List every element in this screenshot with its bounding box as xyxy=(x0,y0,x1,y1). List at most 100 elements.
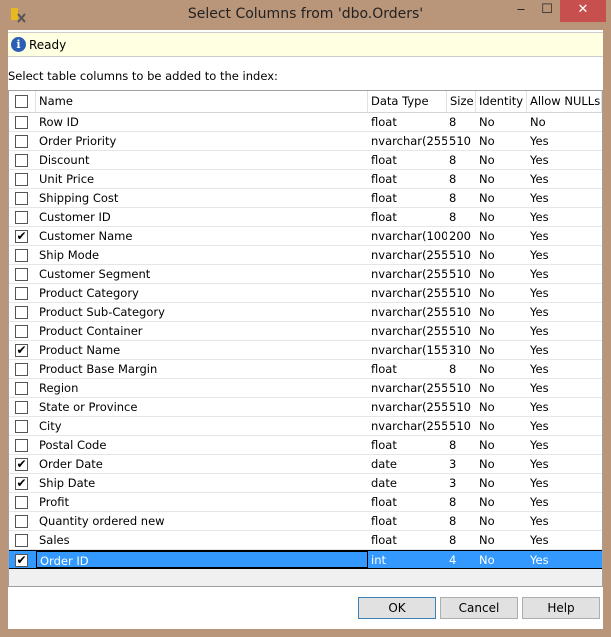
table-row[interactable]: Order Priority nvarchar(255) 510 No Yes xyxy=(9,132,602,151)
table-row[interactable]: ✔ Ship Date date 3 No Yes xyxy=(9,474,602,493)
name-cell: Profit xyxy=(39,495,69,509)
row-checkbox[interactable] xyxy=(15,173,28,186)
table-row[interactable]: Region nvarchar(255) 510 No Yes xyxy=(9,379,602,398)
size-cell: 8 xyxy=(449,438,457,452)
row-checkbox[interactable] xyxy=(15,306,28,319)
header-allow-nulls[interactable]: Allow NULLs xyxy=(527,91,602,112)
allow-nulls-cell: Yes xyxy=(530,553,549,567)
row-checkbox[interactable] xyxy=(15,382,28,395)
columns-grid: Name Data Type Size Identity Allow NULLs… xyxy=(8,90,603,587)
checkbox-cell xyxy=(9,398,36,416)
table-row[interactable]: Row ID float 8 No No xyxy=(9,113,602,132)
row-checkbox[interactable] xyxy=(15,154,28,167)
data-type-cell: nvarchar(255) xyxy=(371,419,447,433)
header-data-type[interactable]: Data Type xyxy=(368,91,447,112)
table-row[interactable]: City nvarchar(255) 510 No Yes xyxy=(9,417,602,436)
allow-nulls-cell: Yes xyxy=(530,172,549,186)
row-checkbox[interactable] xyxy=(15,211,28,224)
row-checkbox[interactable] xyxy=(15,268,28,281)
row-checkbox[interactable] xyxy=(15,116,28,129)
table-row[interactable]: Customer Segment nvarchar(255) 510 No Yes xyxy=(9,265,602,284)
name-cell: Product Name xyxy=(39,343,121,357)
row-checkbox[interactable] xyxy=(15,363,28,376)
data-type-cell: float xyxy=(371,514,397,528)
row-checkbox[interactable] xyxy=(15,420,28,433)
header-size[interactable]: Size xyxy=(447,91,476,112)
data-type-cell: nvarchar(100) xyxy=(371,229,447,243)
row-checkbox[interactable] xyxy=(15,496,28,509)
table-row[interactable]: ✔ Customer Name nvarchar(100) 200 No Yes xyxy=(9,227,602,246)
row-checkbox[interactable] xyxy=(15,401,28,414)
table-row[interactable]: Product Base Margin float 8 No Yes xyxy=(9,360,602,379)
name-cell: Postal Code xyxy=(39,438,107,452)
identity-cell: No xyxy=(479,419,495,433)
row-checkbox[interactable] xyxy=(15,439,28,452)
size-cell: 8 xyxy=(449,514,457,528)
close-button[interactable]: ✕ xyxy=(560,0,606,22)
data-type-cell: float xyxy=(371,191,397,205)
table-row[interactable]: Sales float 8 No Yes xyxy=(9,531,602,550)
minimize-button[interactable]: ‒ xyxy=(508,0,534,22)
table-row[interactable]: Quantity ordered new float 8 No Yes xyxy=(9,512,602,531)
identity-cell: No xyxy=(479,191,495,205)
data-type-cell: float xyxy=(371,495,397,509)
row-checkbox[interactable] xyxy=(15,534,28,547)
checkbox-cell xyxy=(9,151,36,169)
table-row[interactable]: State or Province nvarchar(255) 510 No Yes xyxy=(9,398,602,417)
identity-cell: No xyxy=(479,553,495,567)
allow-nulls-cell: Yes xyxy=(530,457,549,471)
allow-nulls-cell: Yes xyxy=(530,286,549,300)
table-row[interactable]: ✔ Product Name nvarchar(155) 310 No Yes xyxy=(9,341,602,360)
row-checkbox[interactable]: ✔ xyxy=(15,458,28,471)
row-checkbox[interactable]: ✔ xyxy=(15,230,28,243)
table-row[interactable]: ✔ Order Date date 3 No Yes xyxy=(9,455,602,474)
row-checkbox[interactable]: ✔ xyxy=(15,344,28,357)
help-button[interactable]: Help xyxy=(522,597,600,619)
row-checkbox[interactable] xyxy=(15,515,28,528)
row-checkbox[interactable]: ✔ xyxy=(15,477,28,490)
cancel-button[interactable]: Cancel xyxy=(440,597,518,619)
table-row[interactable]: Discount float 8 No Yes xyxy=(9,151,602,170)
size-cell: 8 xyxy=(449,210,457,224)
header-identity[interactable]: Identity xyxy=(476,91,527,112)
table-row[interactable]: Unit Price float 8 No Yes xyxy=(9,170,602,189)
maximize-button[interactable]: ☐ xyxy=(534,0,560,22)
instruction-label: Select table columns to be added to the … xyxy=(8,69,278,83)
allow-nulls-cell: Yes xyxy=(530,305,549,319)
row-checkbox[interactable] xyxy=(15,325,28,338)
table-row[interactable]: Postal Code float 8 No Yes xyxy=(9,436,602,455)
row-checkbox[interactable] xyxy=(15,135,28,148)
data-type-cell: nvarchar(255) xyxy=(371,324,447,338)
data-type-cell: nvarchar(255) xyxy=(371,381,447,395)
table-row[interactable]: Product Sub-Category nvarchar(255) 510 No Ye… xyxy=(9,303,602,322)
checkbox-cell xyxy=(9,189,36,207)
allow-nulls-cell: No xyxy=(530,115,546,129)
table-row[interactable]: Customer ID float 8 No Yes xyxy=(9,208,602,227)
checkbox-cell xyxy=(9,379,36,397)
row-checkbox[interactable]: ✔ xyxy=(15,554,28,567)
allow-nulls-cell: Yes xyxy=(530,248,549,262)
data-type-cell: float xyxy=(371,115,397,129)
table-row[interactable]: Product Container nvarchar(255) 510 No Yes xyxy=(9,322,602,341)
table-row[interactable]: Profit float 8 No Yes xyxy=(9,493,602,512)
table-row[interactable]: Ship Mode nvarchar(255) 510 No Yes xyxy=(9,246,602,265)
identity-cell: No xyxy=(479,343,495,357)
header-name[interactable]: Name xyxy=(36,91,368,112)
table-row[interactable]: Product Category nvarchar(255) 510 No Yes xyxy=(9,284,602,303)
ok-button[interactable]: OK xyxy=(358,597,436,619)
size-cell: 3 xyxy=(449,457,457,471)
identity-cell: No xyxy=(479,286,495,300)
allow-nulls-cell: Yes xyxy=(530,191,549,205)
row-checkbox[interactable] xyxy=(15,249,28,262)
checkbox-cell xyxy=(9,284,36,302)
row-checkbox[interactable] xyxy=(15,192,28,205)
name-cell: Product Category xyxy=(39,286,139,300)
table-row[interactable]: Shipping Cost float 8 No Yes xyxy=(9,189,602,208)
table-row[interactable]: ✔ Order ID int 4 No Yes xyxy=(9,550,602,569)
select-all-checkbox[interactable] xyxy=(15,95,28,108)
row-checkbox[interactable] xyxy=(15,287,28,300)
size-cell: 4 xyxy=(449,553,457,567)
allow-nulls-cell: Yes xyxy=(530,381,549,395)
identity-cell: No xyxy=(479,381,495,395)
data-type-cell: date xyxy=(371,476,397,490)
